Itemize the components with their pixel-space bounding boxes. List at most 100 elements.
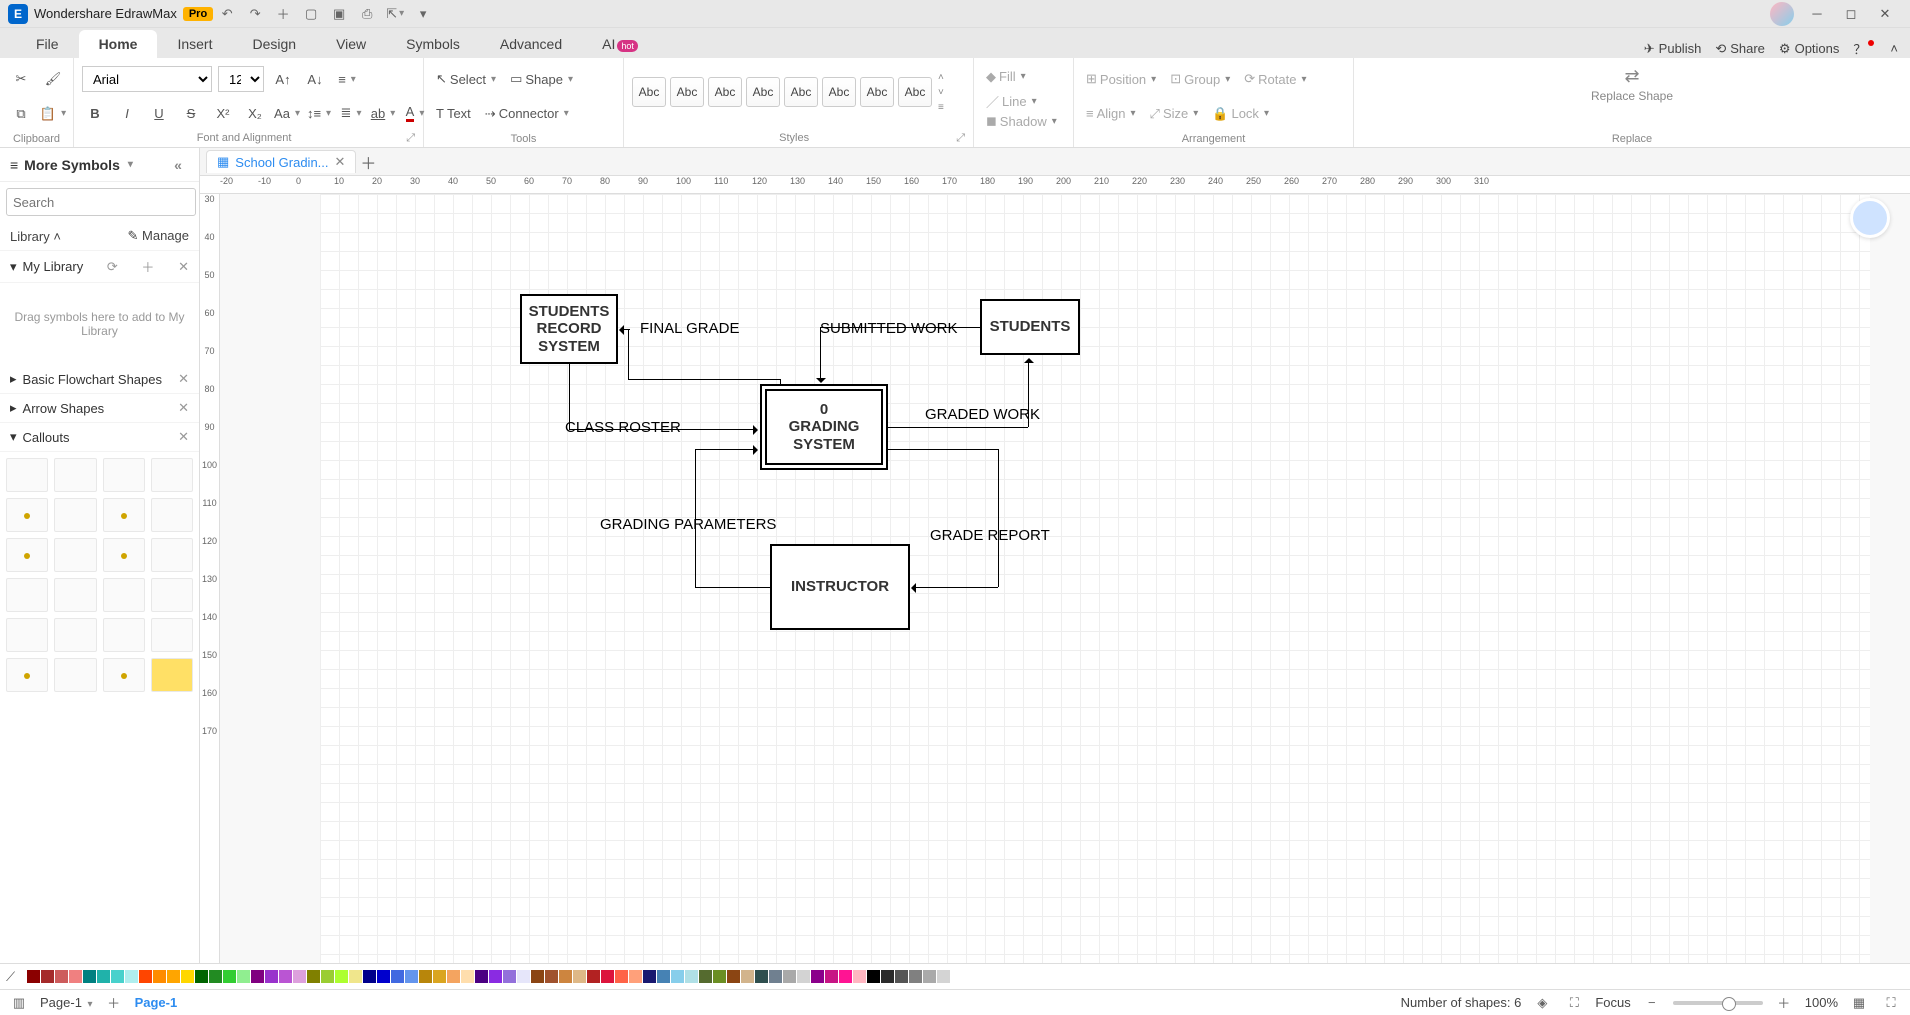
shape-thumb[interactable] <box>151 538 193 572</box>
lock-button[interactable]: 🔒 Lock▾ <box>1208 101 1273 127</box>
style-preset-8[interactable]: Abc <box>898 77 932 107</box>
close-tab-icon[interactable]: ✕ <box>335 154 346 170</box>
style-preset-6[interactable]: Abc <box>822 77 856 107</box>
paste-icon[interactable]: 📋▾ <box>40 101 66 127</box>
open-icon[interactable]: ▢ <box>297 2 325 26</box>
color-swatch[interactable] <box>937 970 950 983</box>
tab-advanced[interactable]: Advanced <box>480 30 582 58</box>
color-swatch[interactable] <box>601 970 614 983</box>
style-preset-7[interactable]: Abc <box>860 77 894 107</box>
shape-grading-system[interactable]: 0 GRADING SYSTEM <box>760 384 888 470</box>
color-swatch[interactable] <box>559 970 572 983</box>
color-swatch[interactable] <box>335 970 348 983</box>
help-icon[interactable]: ？ <box>1853 39 1876 58</box>
shape-thumb[interactable] <box>151 498 193 532</box>
color-swatch[interactable] <box>237 970 250 983</box>
color-swatch[interactable] <box>881 970 894 983</box>
color-swatch[interactable] <box>321 970 334 983</box>
color-swatch[interactable] <box>167 970 180 983</box>
color-swatch[interactable] <box>531 970 544 983</box>
color-swatch[interactable] <box>125 970 138 983</box>
zoom-out-icon[interactable]: − <box>1641 995 1663 1010</box>
window-close-icon[interactable]: ✕ <box>1868 2 1902 26</box>
color-swatch[interactable] <box>545 970 558 983</box>
redo-icon[interactable]: ↷ <box>241 2 269 26</box>
sidebar-collapse-icon[interactable]: « <box>167 157 189 173</box>
save-icon[interactable]: ▣ <box>325 2 353 26</box>
color-swatch[interactable] <box>405 970 418 983</box>
color-swatch[interactable] <box>629 970 642 983</box>
color-swatch[interactable] <box>615 970 628 983</box>
section-close-icon[interactable]: ✕ <box>178 400 189 416</box>
export-icon[interactable]: ⇱▾ <box>381 2 409 26</box>
tab-symbols[interactable]: Symbols <box>386 30 480 58</box>
color-swatch[interactable] <box>657 970 670 983</box>
qat-more-icon[interactable]: ▾ <box>409 2 437 26</box>
page-selector[interactable]: Page-1 ▾ <box>40 995 93 1010</box>
style-preset-4[interactable]: Abc <box>746 77 780 107</box>
add-tab-button[interactable]: ＋ <box>356 150 380 174</box>
zoom-in-icon[interactable]: ＋ <box>1773 993 1795 1012</box>
color-swatch[interactable] <box>699 970 712 983</box>
focus-label[interactable]: Focus <box>1595 995 1630 1010</box>
shape-tool-button[interactable]: ▭ Shape▾ <box>506 66 577 92</box>
share-button[interactable]: ⟲ Share <box>1715 41 1765 57</box>
style-preset-1[interactable]: Abc <box>632 77 666 107</box>
color-swatch[interactable] <box>27 970 40 983</box>
tab-insert[interactable]: Insert <box>157 30 232 58</box>
color-swatch[interactable] <box>153 970 166 983</box>
shape-thumb[interactable] <box>54 458 96 492</box>
shape-thumb[interactable] <box>6 618 48 652</box>
layers-icon[interactable]: ◈ <box>1531 995 1553 1011</box>
text-tool-button[interactable]: T Text <box>432 101 475 127</box>
styles-scroll-up-icon[interactable]: ˄ <box>938 72 944 83</box>
section-close-icon[interactable]: ✕ <box>178 371 189 387</box>
section-basic-flowchart[interactable]: ▸ Basic Flowchart Shapes✕ <box>0 365 199 394</box>
shape-thumb[interactable] <box>103 498 145 532</box>
strike-icon[interactable]: S <box>178 100 204 126</box>
color-swatch[interactable] <box>251 970 264 983</box>
color-swatch[interactable] <box>797 970 810 983</box>
new-icon[interactable]: ＋ <box>269 2 297 26</box>
style-preset-3[interactable]: Abc <box>708 77 742 107</box>
mylib-close-icon[interactable]: ✕ <box>178 259 189 275</box>
color-swatch[interactable] <box>209 970 222 983</box>
color-swatch[interactable] <box>923 970 936 983</box>
window-maximize-icon[interactable]: ◻ <box>1834 2 1868 26</box>
tab-home[interactable]: Home <box>79 30 158 58</box>
color-swatch[interactable] <box>83 970 96 983</box>
color-swatch[interactable] <box>713 970 726 983</box>
shape-thumb[interactable] <box>151 578 193 612</box>
shape-thumb[interactable] <box>54 498 96 532</box>
zoom-value[interactable]: 100% <box>1805 995 1838 1010</box>
highlight-icon[interactable]: ab▾ <box>370 100 396 126</box>
color-swatch[interactable] <box>755 970 768 983</box>
color-swatch[interactable] <box>489 970 502 983</box>
shape-thumb[interactable] <box>103 458 145 492</box>
color-swatch[interactable] <box>909 970 922 983</box>
shape-thumb[interactable] <box>6 498 48 532</box>
publish-button[interactable]: ✈ Publish <box>1644 41 1702 57</box>
fullscreen-icon[interactable]: ⛶ <box>1880 995 1902 1011</box>
shape-instructor[interactable]: INSTRUCTOR <box>770 544 910 630</box>
replace-shape-button[interactable]: ⇄ Replace Shape <box>1362 62 1902 107</box>
color-swatch[interactable] <box>573 970 586 983</box>
shape-thumb[interactable] <box>54 538 96 572</box>
color-swatch[interactable] <box>97 970 110 983</box>
cut-icon[interactable]: ✂ <box>8 66 34 92</box>
shape-thumb[interactable] <box>54 658 96 692</box>
line-spacing-icon[interactable]: ↕≡▾ <box>306 100 332 126</box>
color-swatch[interactable] <box>41 970 54 983</box>
color-swatch[interactable] <box>783 970 796 983</box>
style-preset-5[interactable]: Abc <box>784 77 818 107</box>
color-swatch[interactable] <box>769 970 782 983</box>
ribbon-collapse-icon[interactable]: ˄ <box>1890 41 1898 56</box>
shape-thumb[interactable] <box>6 538 48 572</box>
options-button[interactable]: ⚙ Options <box>1779 41 1839 57</box>
color-swatch[interactable] <box>685 970 698 983</box>
style-preset-2[interactable]: Abc <box>670 77 704 107</box>
color-swatch[interactable] <box>279 970 292 983</box>
align-button[interactable]: ≡ Align▾ <box>1082 101 1140 127</box>
color-swatch[interactable] <box>587 970 600 983</box>
section-close-icon[interactable]: ✕ <box>178 429 189 445</box>
